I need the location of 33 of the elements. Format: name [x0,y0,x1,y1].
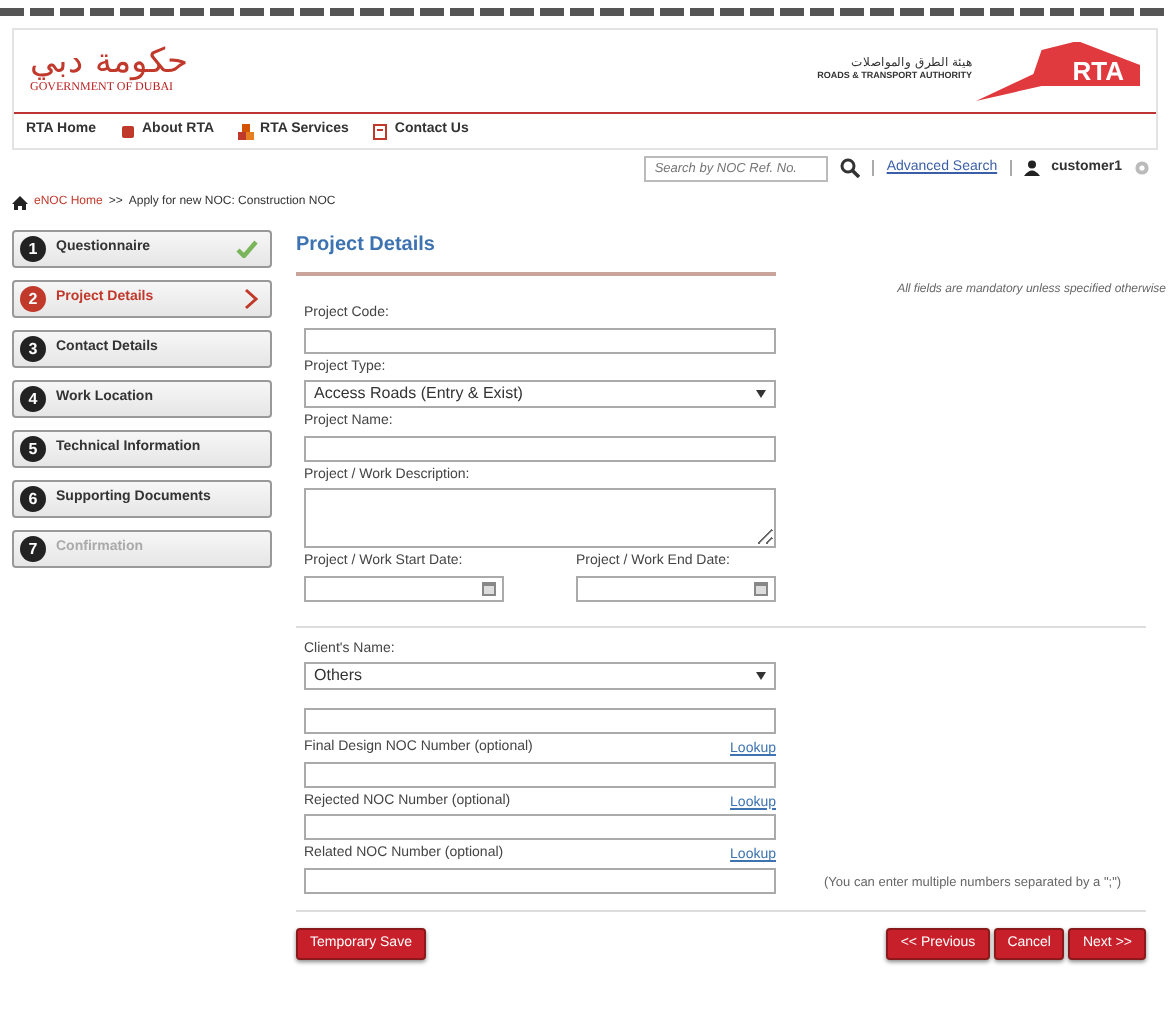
search-icon[interactable] [840,158,861,178]
input-field[interactable] [304,327,776,353]
chevron-icon [244,288,258,310]
gear-icon [1134,160,1150,176]
step-number: 4 [20,386,46,412]
home-icon [12,196,28,210]
step-number: 7 [20,536,46,562]
calendar-icon [482,581,496,595]
input-field[interactable] [304,708,776,734]
step-number: 1 [20,236,46,262]
date-field[interactable] [576,575,776,601]
step-number: 2 [20,286,46,312]
user-icon [1023,160,1040,176]
calendar-icon [754,581,768,595]
step-number: 3 [20,336,46,362]
input-field[interactable] [304,761,776,787]
note-icon [372,123,389,139]
dropdown-field[interactable]: Access Roads (Entry & Exist) [304,380,776,408]
section-title: Project Details [296,230,776,276]
caret-icon [756,390,766,398]
caret-icon [756,672,766,680]
input-field[interactable] [304,867,776,893]
boxes-icon [238,123,255,139]
input-field[interactable] [304,435,776,461]
check-icon [236,240,258,258]
date-field[interactable] [304,575,504,601]
badge-icon [120,123,136,139]
input-field[interactable] [304,814,776,840]
logo-arabic-text: حكومة دبي [30,45,189,79]
dropdown-field[interactable]: Others [304,662,776,690]
step-number: 6 [20,486,46,512]
text-area[interactable] [304,488,776,548]
step-number: 5 [20,436,46,462]
